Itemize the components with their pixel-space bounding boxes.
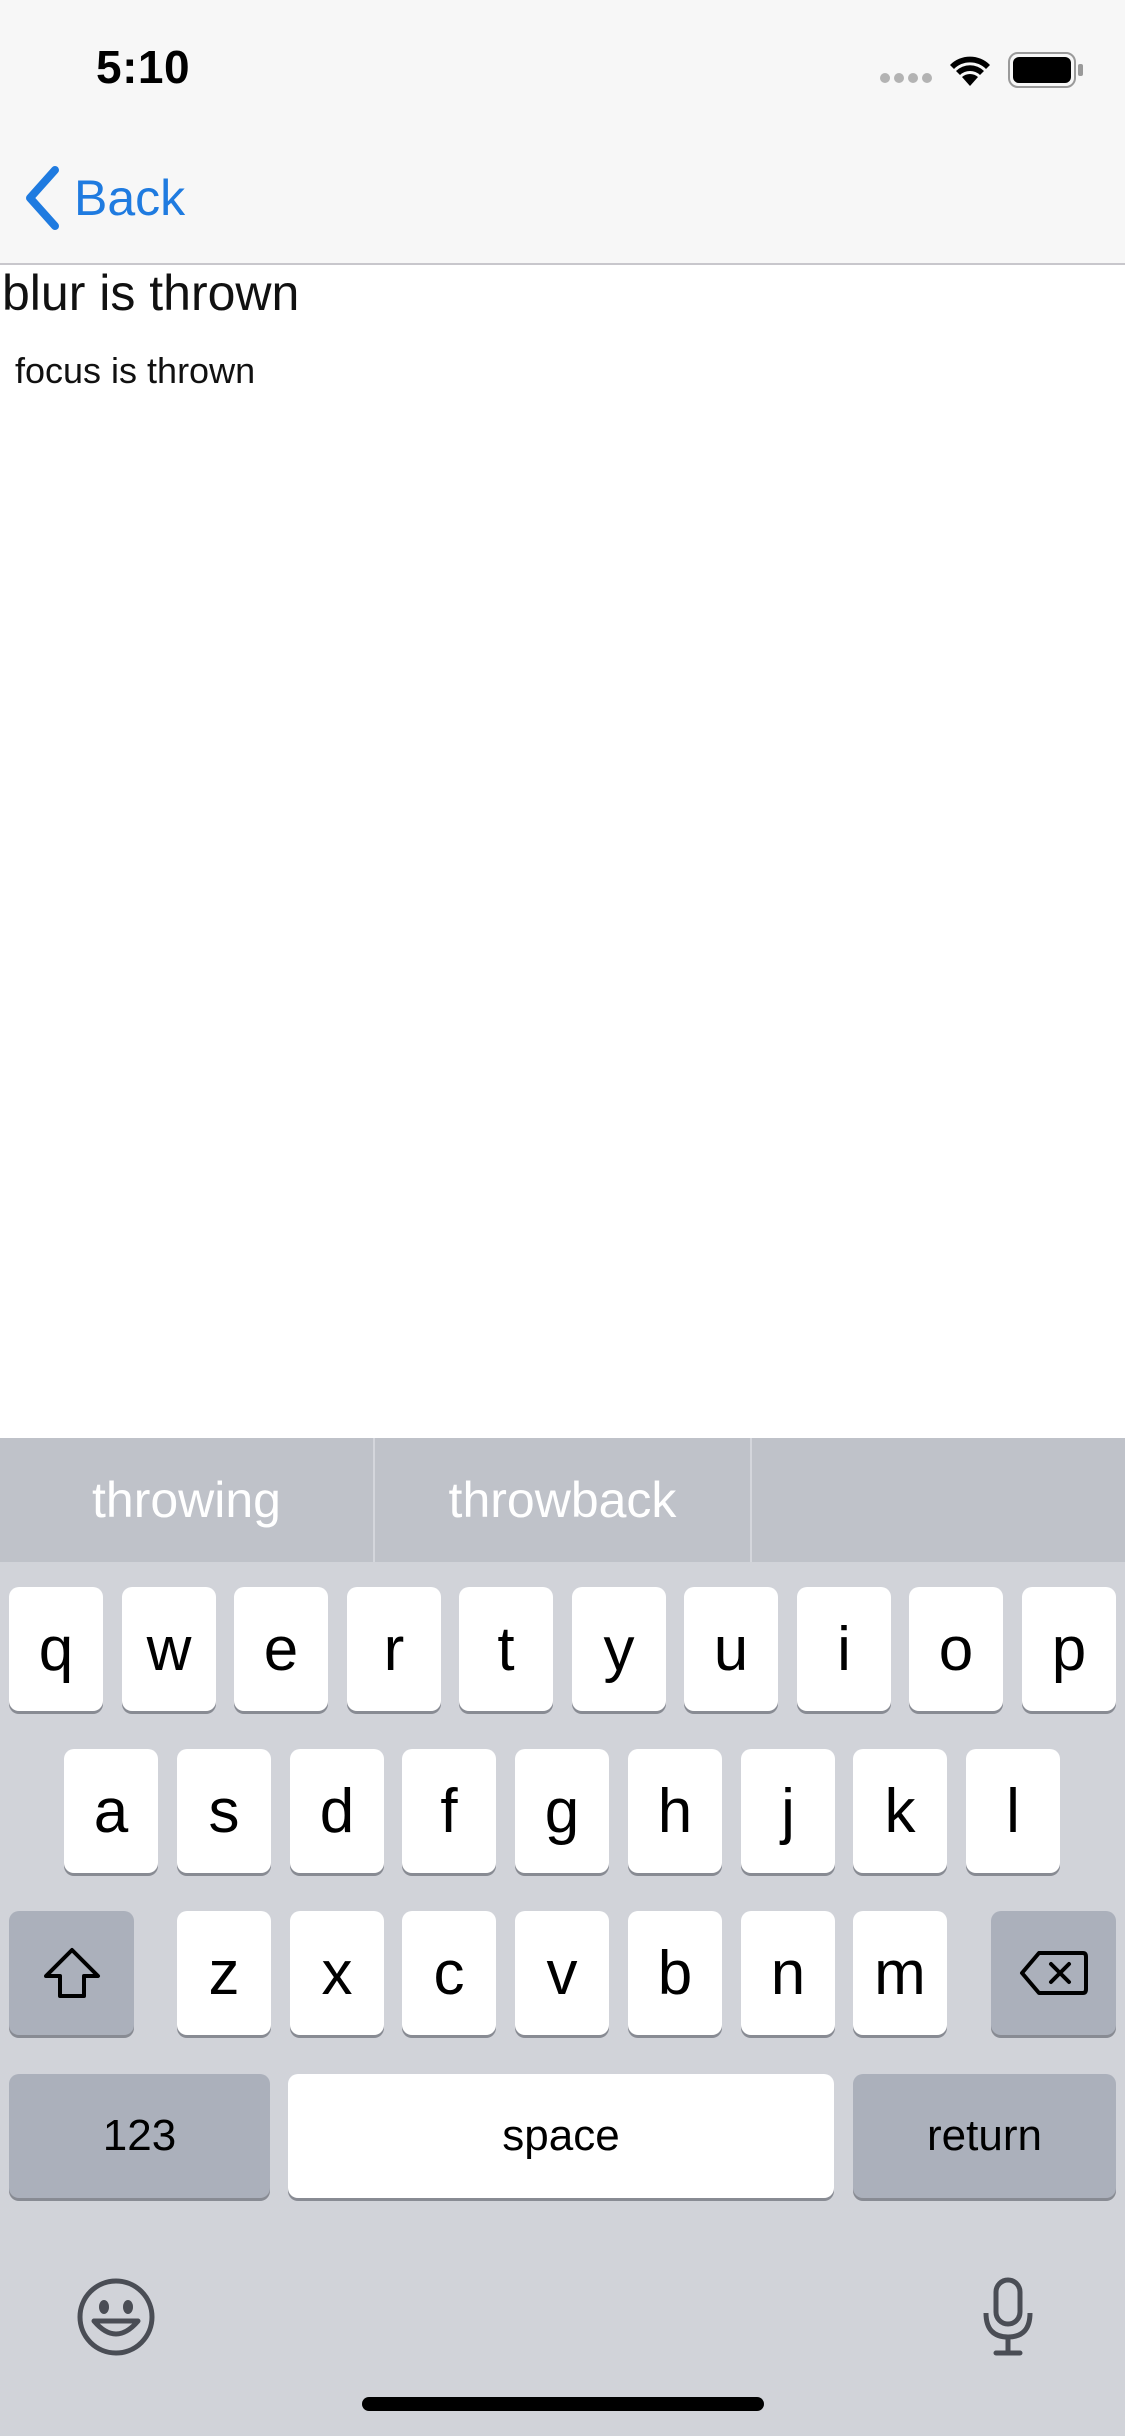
return-key[interactable]: return [853,2074,1116,2198]
screen: 5:10 Back blur is thrown focus is thrown… [0,0,1125,2436]
key-q[interactable]: q [9,1587,103,1711]
key-i[interactable]: i [797,1587,891,1711]
battery-icon [1008,52,1083,88]
shift-key[interactable] [9,1911,134,2035]
numbers-key[interactable]: 123 [9,2074,270,2198]
cellular-signal-icon [880,73,932,83]
focus-message: focus is thrown [15,350,256,391]
key-t[interactable]: t [459,1587,553,1711]
key-j[interactable]: j [741,1749,835,1873]
keyboard: throwing throwback q w e r t y u i o p a… [0,1438,1125,2436]
key-z[interactable]: z [177,1911,271,2035]
key-r[interactable]: r [347,1587,441,1711]
key-m[interactable]: m [853,1911,947,2035]
key-a[interactable]: a [64,1749,158,1873]
key-e[interactable]: e [234,1587,328,1711]
delete-key[interactable] [991,1911,1116,2035]
suggestion-3[interactable] [752,1438,1125,1562]
key-f[interactable]: f [402,1749,496,1873]
shift-icon [43,1948,100,1998]
wifi-icon [950,56,990,86]
suggestion-1[interactable]: throwing [0,1438,373,1562]
key-n[interactable]: n [741,1911,835,2035]
key-x[interactable]: x [290,1911,384,2035]
key-c[interactable]: c [402,1911,496,2035]
key-u[interactable]: u [684,1587,778,1711]
key-g[interactable]: g [515,1749,609,1873]
key-h[interactable]: h [628,1749,722,1873]
suggestion-2[interactable]: throwback [375,1438,750,1562]
back-button[interactable]: Back [22,160,212,236]
status-time: 5:10 [96,41,191,93]
home-indicator[interactable] [362,2397,764,2411]
back-label: Back [74,170,186,226]
blur-message: blur is thrown [2,265,300,321]
navigation-bar: 5:10 Back [0,0,1125,265]
key-l[interactable]: l [966,1749,1060,1873]
suggestion-bar: throwing throwback [0,1438,1125,1562]
key-w[interactable]: w [122,1587,216,1711]
key-y[interactable]: y [572,1587,666,1711]
emoji-icon[interactable] [76,2277,156,2357]
microphone-icon[interactable] [980,2277,1036,2357]
key-k[interactable]: k [853,1749,947,1873]
space-key[interactable]: space [288,2074,834,2198]
backspace-icon [1019,1951,1088,1995]
key-s[interactable]: s [177,1749,271,1873]
key-p[interactable]: p [1022,1587,1116,1711]
key-v[interactable]: v [515,1911,609,2035]
key-b[interactable]: b [628,1911,722,2035]
key-o[interactable]: o [909,1587,1003,1711]
chevron-left-icon [26,166,59,230]
key-d[interactable]: d [290,1749,384,1873]
